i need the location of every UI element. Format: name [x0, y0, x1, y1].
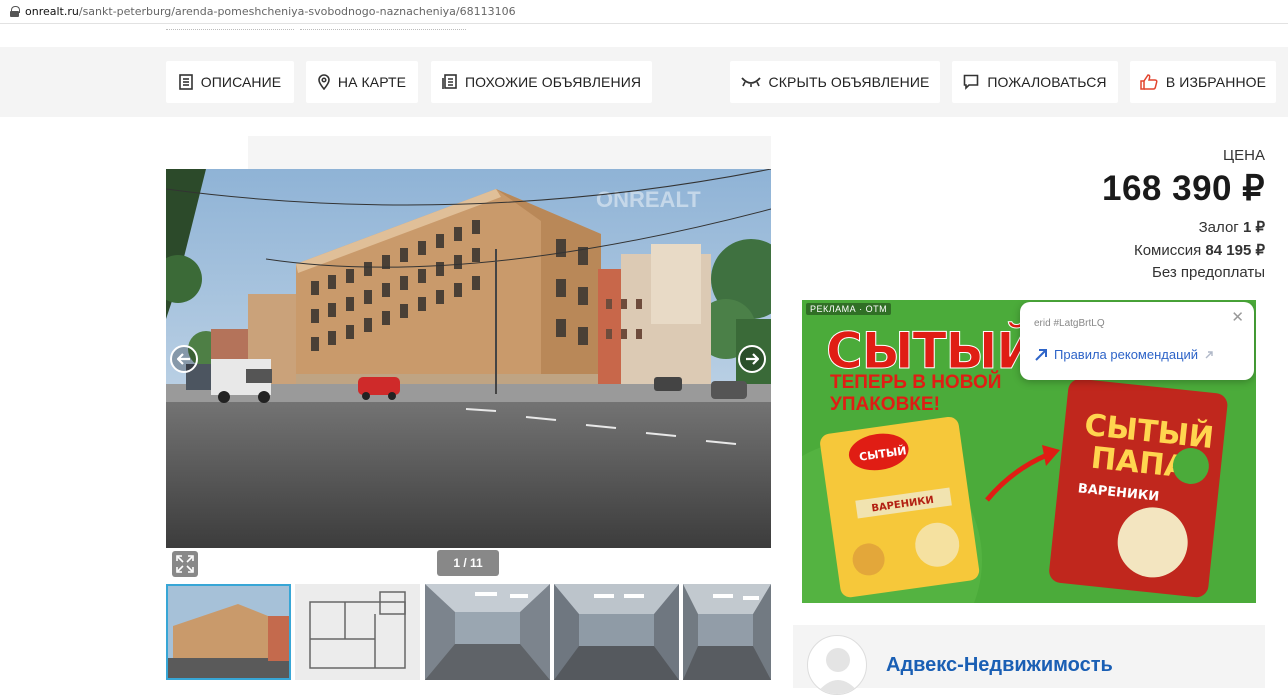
thumbs-up-icon [1140, 74, 1158, 90]
map-button[interactable]: НА КАРТЕ [306, 61, 418, 103]
main-photo[interactable]: ONREALT [166, 169, 771, 548]
ad-rules-link[interactable]: Правила рекомендаций [1034, 347, 1214, 362]
description-label: ОПИСАНИЕ [200, 74, 282, 90]
arrow-left-icon [177, 353, 190, 365]
thumbnail-3[interactable] [425, 584, 550, 680]
ad-subheadline: ТЕПЕРЬ В НОВОЙ УПАКОВКЕ! [830, 372, 1001, 416]
thumbnail-4[interactable] [554, 584, 679, 680]
expand-icon [176, 555, 194, 573]
thumbnail-1[interactable] [166, 584, 291, 680]
thumbnail-5[interactable] [683, 584, 771, 680]
add-to-favorites-button[interactable]: В ИЗБРАННОЕ [1130, 61, 1276, 103]
photo-watermark: ONREALT [596, 187, 701, 212]
agency-card: Адвекс-Недвижимость [793, 625, 1265, 695]
listing-action-bar: ОПИСАНИЕ НА КАРТЕ ПОХОЖИЕ ОБЪЯВЛЕНИЯ СКР… [0, 47, 1288, 117]
similar-listings-button[interactable]: ПОХОЖИЕ ОБЪЯВЛЕНИЯ [431, 61, 652, 103]
similar-listings-label: ПОХОЖИЕ ОБЪЯВЛЕНИЯ [464, 74, 642, 90]
user-placeholder-icon [816, 648, 860, 694]
ad-rules-label: Правила рекомендаций [1054, 347, 1199, 362]
ad-subheadline-line-1: ТЕПЕРЬ В НОВОЙ [830, 372, 1002, 393]
agency-avatar [807, 635, 867, 695]
building-photo-image: ONREALT [166, 169, 771, 548]
url-domain: onrealt.ru [25, 5, 79, 18]
photo-counter: 1 / 11 [437, 550, 499, 576]
ad-subheadline-line-2: УПАКОВКЕ! [830, 394, 940, 415]
deposit-label: Залог [1198, 219, 1239, 236]
photo-thumbnails [166, 584, 771, 680]
gallery-tab-strip [248, 136, 771, 169]
lock-icon [10, 6, 20, 17]
arrow-up-right-icon [1035, 348, 1047, 361]
arrow-right-icon [746, 353, 759, 365]
external-link-icon [1205, 350, 1213, 358]
hidden-eye-icon [740, 77, 761, 87]
thumbnail-interior-image [425, 584, 550, 680]
thumbnail-interior-image [683, 584, 771, 680]
hide-listing-button[interactable]: СКРЫТЬ ОБЪЯВЛЕНИЕ [730, 61, 940, 103]
address-bar[interactable]: onrealt.ru /sankt-peterburg/arenda-pomes… [0, 0, 1288, 24]
fullscreen-button[interactable] [172, 551, 198, 577]
add-to-favorites-label: В ИЗБРАННОЕ [1165, 74, 1267, 90]
deposit-row: Залог 1 ₽ [1199, 218, 1265, 236]
thumbnail-interior-image [554, 584, 679, 680]
map-label: НА КАРТЕ [337, 74, 407, 90]
ad-marker: РЕКЛАМА · OTM [806, 303, 892, 315]
prepayment-note: Без предоплаты [1151, 264, 1265, 281]
deposit-value: 1 ₽ [1242, 219, 1265, 236]
hide-listing-label: СКРЫТЬ ОБЪЯВЛЕНИЕ [768, 74, 930, 90]
next-photo-button[interactable] [738, 345, 766, 373]
description-button[interactable]: ОПИСАНИЕ [166, 61, 294, 103]
speech-bubble-icon [964, 74, 979, 90]
agency-name-link[interactable]: Адвекс-Недвижимость [886, 654, 1113, 677]
complain-button[interactable]: ПОЖАЛОВАТЬСЯ [952, 61, 1118, 103]
list-icon [442, 74, 457, 89]
advertisement-banner[interactable]: СЫТЫЙ ВАРЕНИКИ СЫТЫЙ ПАПА ВАРЕНИКИ РЕКЛА… [802, 300, 1256, 603]
breadcrumb-remnant [166, 29, 466, 31]
thumbnail-floorplan-image [295, 584, 420, 680]
document-icon [178, 74, 193, 90]
commission-label: Комиссия [1133, 242, 1202, 259]
thumbnail-2[interactable] [295, 584, 420, 680]
complain-label: ПОЖАЛОВАТЬСЯ [987, 74, 1107, 90]
price-value: 168 390 ₽ [1101, 169, 1265, 208]
gallery-tab[interactable] [162, 133, 248, 169]
close-icon[interactable]: ✕ [1231, 308, 1244, 326]
commission-row: Комиссия 84 195 ₽ [1134, 241, 1265, 259]
thumbnail-building-image [168, 586, 289, 678]
map-pin-icon [318, 74, 330, 90]
commission-value: 84 195 ₽ [1205, 242, 1265, 259]
ad-info-popup: erid #LatgBrtLQ ✕ Правила рекомендаций [1020, 302, 1254, 380]
price-label: ЦЕНА [1223, 147, 1265, 164]
url-path: /sankt-peterburg/arenda-pomeshcheniya-sv… [78, 5, 516, 18]
ad-erid: erid #LatgBrtLQ [1034, 318, 1105, 329]
previous-photo-button[interactable] [170, 345, 198, 373]
